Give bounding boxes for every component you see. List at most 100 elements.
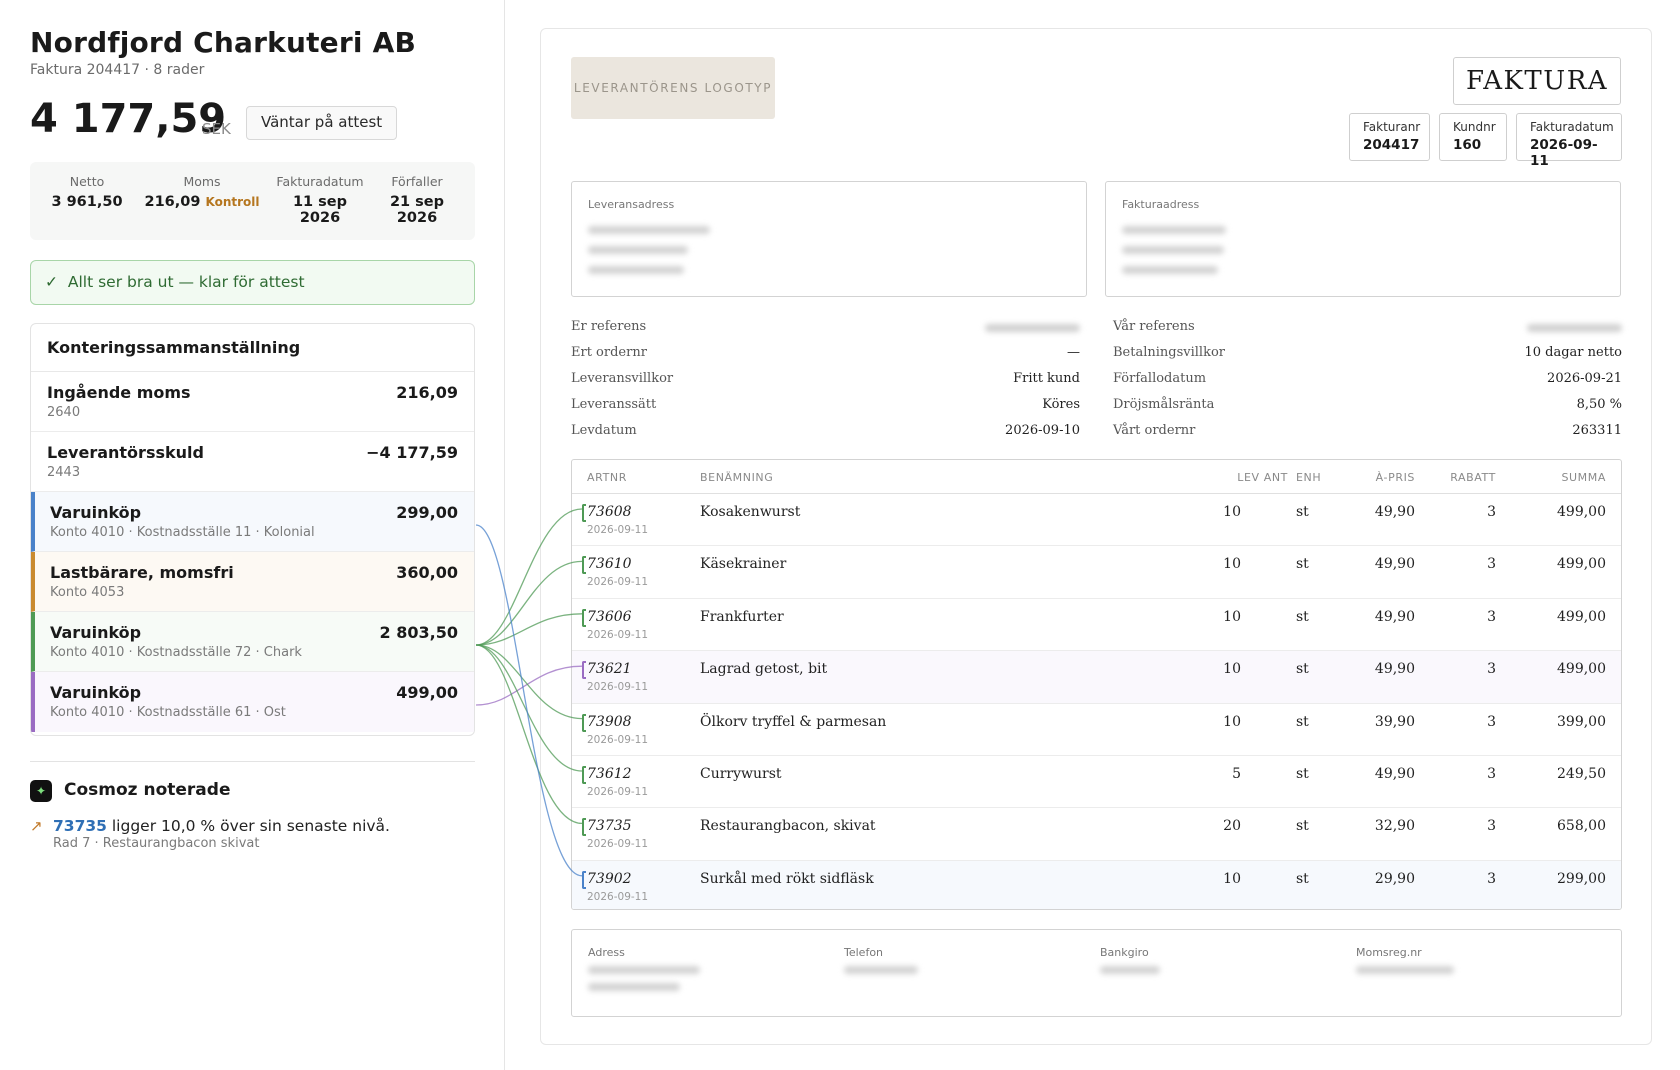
col-artnr: ARTNR	[587, 471, 627, 484]
reference-label: Dröjsmålsränta	[1113, 397, 1215, 412]
cell-sum: 249,50	[1557, 765, 1606, 782]
posting-row[interactable]: Varuinköp Konto 4010 · Kostnadsställe 11 …	[31, 492, 474, 552]
cell-ben: Restaurangbacon, skivat	[700, 818, 876, 835]
row-link-marker	[582, 765, 586, 784]
posting-sub: 2640	[47, 405, 81, 420]
cell-art: 73610	[587, 556, 632, 573]
total-amount: 4 177,59	[30, 96, 227, 142]
cell-sum: 499,00	[1557, 661, 1606, 678]
col-a-pris: À-PRIS	[1375, 471, 1415, 484]
cell-sum: 399,00	[1557, 713, 1606, 730]
cell-enh: st	[1296, 504, 1309, 520]
cell-enh: st	[1296, 661, 1309, 678]
footer-label: Adress	[588, 946, 625, 959]
cell-qty: 5	[1232, 765, 1241, 782]
posting-amount: −4 177,59	[366, 443, 458, 462]
table-row[interactable]: 73908 2026-09-11 Ölkorv tryffel & parmesan…	[572, 703, 1621, 756]
cell-art: 73612	[587, 765, 632, 782]
redacted-line	[1356, 966, 1454, 974]
cell-rab: 3	[1487, 870, 1496, 887]
posting-row[interactable]: Varuinköp Konto 4010 · Kostnadsställe 61 …	[31, 672, 474, 732]
meta-label: Fakturanr	[1363, 120, 1421, 134]
summary-value: 11 sep	[292, 194, 348, 210]
table-row[interactable]: 73612 2026-09-11 Currywurst 5 st 49,90 3 249,50	[572, 755, 1621, 809]
reference-row: Betalningsvillkor 10 dagar netto	[1113, 345, 1622, 371]
meta-invoice-date: Fakturadatum 2026-09-11	[1516, 113, 1622, 169]
cell-qty: 10	[1223, 870, 1241, 887]
reference-value: —	[1067, 345, 1080, 360]
row-link-marker	[582, 661, 586, 680]
posting-row[interactable]: Ingående moms 2640 216,09	[31, 372, 474, 432]
table-row[interactable]: 73735 2026-09-11 Restaurangbacon, skivat 20…	[572, 808, 1621, 861]
cell-qty: 10	[1223, 713, 1241, 730]
article-link[interactable]: 73735	[53, 817, 107, 835]
cell-art: 73735	[587, 818, 632, 835]
cell-qty: 10	[1223, 608, 1241, 625]
reference-label: Betalningsvillkor	[1113, 345, 1226, 360]
cell-qty: 20	[1223, 818, 1241, 835]
cell-enh: st	[1296, 556, 1309, 573]
meta-invoice-number: Fakturanr 204417	[1349, 113, 1430, 161]
redacted-line	[588, 226, 710, 234]
col-rabatt: RABATT	[1450, 471, 1496, 484]
total-currency: SEK	[202, 120, 231, 138]
reference-row: Vår referens	[1113, 319, 1622, 345]
footer-label: Bankgiro	[1100, 946, 1149, 959]
cell-pris: 32,90	[1374, 818, 1415, 835]
posting-sub: Konto 4010 · Kostnadsställe 72 · Chark	[50, 645, 302, 660]
summary-fakturadatum: Fakturadatum 11 sep 2026	[265, 174, 375, 226]
cell-pris: 49,90	[1374, 661, 1415, 678]
meta-customer-number: Kundnr 160	[1439, 113, 1507, 161]
summary-label: Förfaller	[391, 174, 443, 189]
cell-date: 2026-09-11	[587, 890, 649, 903]
posting-sub: 2443	[47, 465, 81, 480]
cell-enh: st	[1296, 818, 1309, 835]
table-row[interactable]: 73902 2026-09-11 Surkål med rökt sidfläsk 1…	[572, 860, 1621, 909]
posting-row[interactable]: Leverantörsskuld 2443 −4 177,59	[31, 432, 474, 492]
reference-row: Er referens	[571, 319, 1080, 345]
cell-sum: 299,00	[1557, 870, 1606, 887]
table-row[interactable]: 73606 2026-09-11 Frankfurter 10 st 49,90 3 499,…	[572, 598, 1621, 652]
table-row[interactable]: 73608 2026-09-11 Kosakenwurst 10 st 49,90 3 499…	[572, 494, 1621, 547]
reference-value: 10 dagar netto	[1524, 345, 1622, 360]
cell-date: 2026-09-11	[587, 785, 649, 798]
cell-ben: Ölkorv tryffel & parmesan	[700, 713, 887, 730]
reference-row: Dröjsmålsränta 8,50 %	[1113, 397, 1622, 423]
cell-date: 2026-09-11	[587, 838, 649, 851]
redacted-line	[588, 966, 700, 974]
posting-amount: 2 803,50	[379, 623, 458, 642]
summary-value: 3 961,50	[51, 194, 123, 210]
table-header: ARTNR BENÄMNING LEV ANT ENH À-PRIS RABAT…	[572, 460, 1621, 494]
status-badge[interactable]: Väntar på attest	[246, 106, 398, 140]
redacted-line	[588, 983, 680, 991]
delivery-address: Leveransadress	[571, 181, 1087, 297]
posting-amount: 360,00	[396, 563, 458, 582]
references-right: Vår referens Betalningsvillkor 10 dagar ne…	[1113, 319, 1622, 449]
cell-enh: st	[1296, 765, 1309, 782]
posting-amount: 299,00	[396, 503, 458, 522]
posting-name: Varuinköp	[50, 683, 142, 702]
redacted-line	[1122, 246, 1224, 254]
redacted-line	[844, 966, 918, 974]
table-row[interactable]: 73610 2026-09-11 Käsekrainer 10 st 49,90 3 499,…	[572, 546, 1621, 599]
summary-moms: Moms 216,09 Kontroll	[142, 174, 262, 210]
reference-row: Leveranssätt Köres	[571, 397, 1080, 423]
footer-address: Adress	[588, 946, 700, 991]
reference-value: 2026-09-10	[1005, 423, 1080, 438]
row-link-marker	[582, 870, 586, 889]
row-link-marker	[582, 556, 586, 575]
table-row[interactable]: 73621 2026-09-11 Lagrad getost, bit 10 st 49,…	[572, 651, 1621, 704]
billing-address: Fakturaadress	[1105, 181, 1621, 297]
cell-art: 73908	[587, 713, 632, 730]
kontroll-flag[interactable]: Kontroll	[206, 195, 260, 209]
reference-value: Fritt kund	[1013, 371, 1080, 386]
posting-row[interactable]: Lastbärare, momsfri Konto 4053 360,00	[31, 552, 474, 612]
posting-amount: 499,00	[396, 683, 458, 702]
posting-row[interactable]: Varuinköp Konto 4010 · Kostnadsställe 72 …	[31, 612, 474, 672]
cell-rab: 3	[1487, 556, 1496, 573]
row-link-marker	[582, 818, 586, 837]
summary-value-year: 2026	[396, 210, 438, 226]
cell-pris: 49,90	[1374, 504, 1415, 520]
posting-name: Leverantörsskuld	[47, 443, 204, 462]
posting-name: Varuinköp	[50, 623, 142, 642]
